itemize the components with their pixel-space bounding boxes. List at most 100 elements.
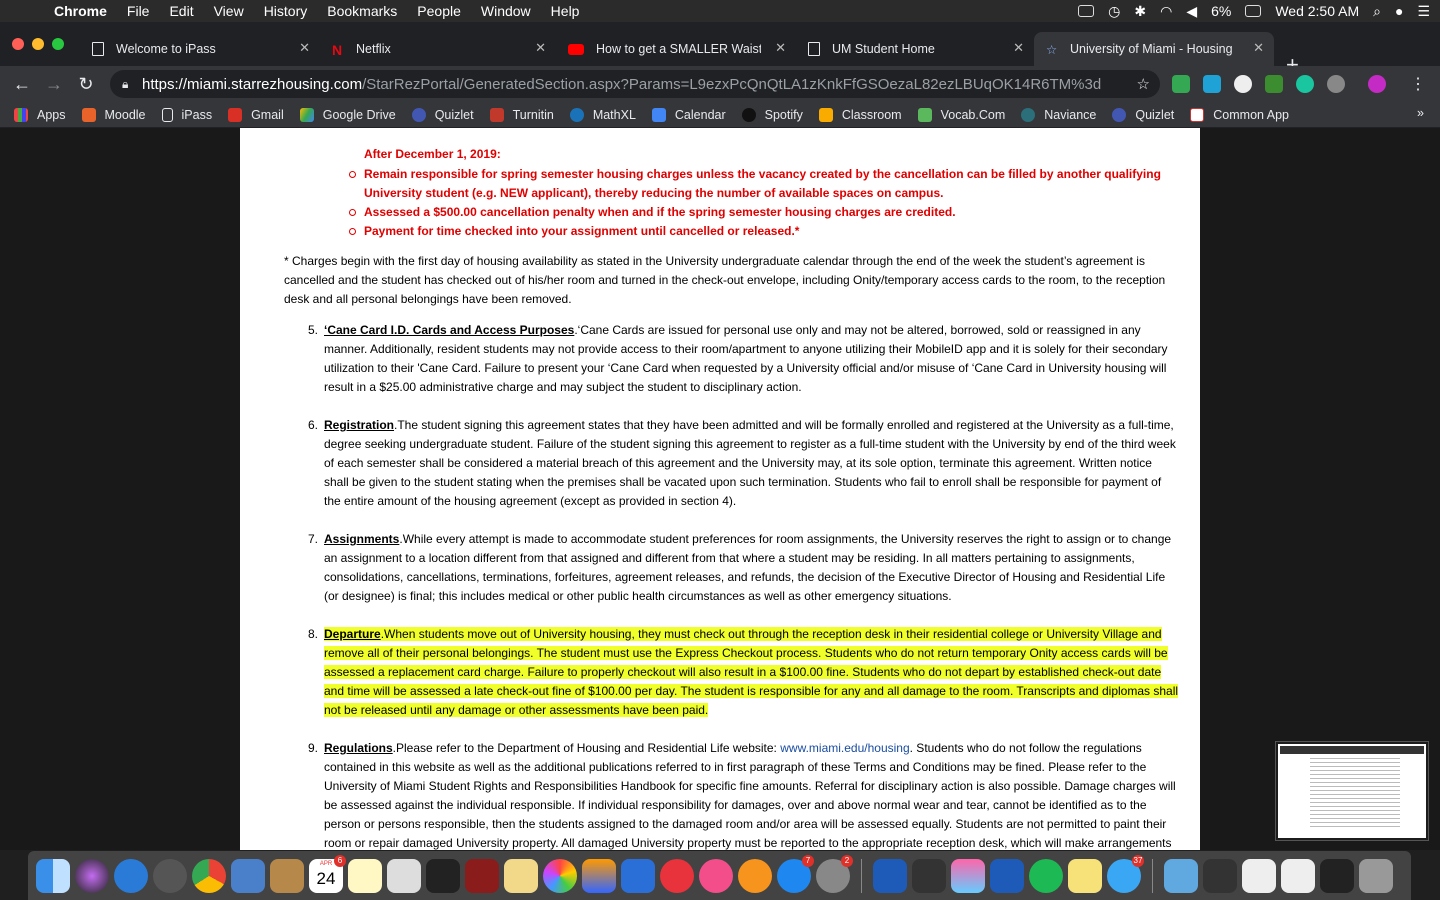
- books-icon[interactable]: [738, 858, 772, 893]
- bookmark-apps[interactable]: Apps: [14, 107, 66, 122]
- close-icon[interactable]: ✕: [1013, 40, 1024, 56]
- screenshot-thumbnail[interactable]: [1276, 742, 1428, 840]
- close-icon[interactable]: ✕: [535, 40, 546, 56]
- extension-icon[interactable]: [1172, 75, 1190, 93]
- bookmark-google-drive[interactable]: Google Drive: [299, 107, 396, 122]
- preview-icon[interactable]: [231, 858, 265, 893]
- notification-center-icon[interactable]: ☰: [1417, 3, 1430, 20]
- clock[interactable]: Wed 2:50 AM: [1275, 3, 1359, 19]
- battery-percent[interactable]: 6%: [1211, 3, 1231, 19]
- document-icon[interactable]: [1242, 858, 1276, 893]
- menu-bookmarks[interactable]: Bookmarks: [327, 3, 397, 19]
- photo-app-icon[interactable]: [465, 858, 499, 893]
- more-bookmarks-icon[interactable]: »: [1417, 106, 1424, 120]
- spotify-icon[interactable]: [1029, 858, 1063, 893]
- battery-icon[interactable]: [1245, 5, 1262, 17]
- close-window-button[interactable]: [12, 38, 24, 50]
- siri-icon[interactable]: [75, 858, 109, 893]
- safari-icon[interactable]: [114, 858, 148, 893]
- tab-ipass[interactable]: Welcome to iPass ✕: [80, 32, 320, 66]
- minimize-window-button[interactable]: [32, 38, 44, 50]
- bookmark-star-icon[interactable]: ☆: [1137, 75, 1150, 93]
- volume-icon[interactable]: ◀: [1186, 3, 1197, 20]
- bookmark-spotify[interactable]: Spotify: [741, 107, 803, 122]
- trash-icon[interactable]: [1359, 858, 1393, 893]
- keynote-podium-icon[interactable]: [621, 858, 655, 893]
- bookmark-quizlet[interactable]: Quizlet: [411, 107, 474, 122]
- more-menu-icon[interactable]: ⋮: [1410, 74, 1426, 94]
- system-preferences-icon[interactable]: 2: [816, 854, 853, 893]
- page-viewport[interactable]: After December 1, 2019: Remain responsib…: [0, 128, 1440, 850]
- app-store-icon[interactable]: 7: [777, 854, 814, 893]
- common-app-icon: [1190, 107, 1205, 122]
- menu-people[interactable]: People: [417, 3, 461, 19]
- wd-icon[interactable]: [873, 858, 907, 893]
- extension-icon[interactable]: [1327, 75, 1345, 93]
- wd-icon[interactable]: [1078, 5, 1095, 17]
- extension-icon[interactable]: [1296, 75, 1314, 93]
- imovie-icon[interactable]: [912, 858, 946, 893]
- back-icon[interactable]: ←: [6, 74, 38, 95]
- wifi-icon[interactable]: ◠: [1160, 3, 1172, 20]
- window-thumbnail-icon[interactable]: [1320, 858, 1354, 893]
- menu-edit[interactable]: Edit: [169, 3, 193, 19]
- bookmark-moodle[interactable]: Moodle: [81, 107, 146, 122]
- profile-avatar[interactable]: [1368, 75, 1386, 93]
- bookmark-gmail[interactable]: Gmail: [228, 107, 284, 122]
- chrome-icon[interactable]: [192, 858, 226, 893]
- bookmark-common-app[interactable]: Common App: [1190, 107, 1289, 122]
- bookmark-turnitin[interactable]: Turnitin: [489, 107, 554, 122]
- document-icon[interactable]: [1281, 858, 1315, 893]
- close-icon[interactable]: ✕: [299, 40, 310, 56]
- time-machine-icon[interactable]: ◷: [1108, 3, 1120, 20]
- tab-um-housing[interactable]: ☆ University of Miami - Housing A ✕: [1034, 32, 1274, 66]
- close-icon[interactable]: ✕: [775, 40, 786, 56]
- zoom-window-button[interactable]: [52, 38, 64, 50]
- bookmark-classroom[interactable]: Classroom: [818, 107, 902, 122]
- photos-icon[interactable]: [543, 858, 577, 893]
- tab-netflix[interactable]: N Netflix ✕: [320, 32, 556, 66]
- news-icon[interactable]: [660, 858, 694, 893]
- menu-file[interactable]: File: [127, 3, 150, 19]
- bookmark-vocab[interactable]: Vocab.Com: [917, 107, 1005, 122]
- menu-help[interactable]: Help: [551, 3, 580, 19]
- finder-icon[interactable]: [36, 858, 70, 893]
- folder-icon[interactable]: [1164, 858, 1198, 893]
- tab-um-student-home[interactable]: UM Student Home ✕: [796, 32, 1034, 66]
- window-thumbnail-icon[interactable]: [1203, 858, 1237, 893]
- address-bar[interactable]: 🔒︎ https://miami.starrezhousing.com/Star…: [110, 70, 1160, 98]
- wd-icon[interactable]: [990, 858, 1024, 893]
- cast-icon[interactable]: [1265, 75, 1283, 93]
- forward-icon[interactable]: →: [38, 74, 70, 95]
- bookmark-mathxl[interactable]: MathXL: [569, 107, 636, 122]
- launchpad-icon[interactable]: [153, 858, 187, 893]
- extension-icon[interactable]: [1203, 75, 1221, 93]
- keynote-icon[interactable]: [582, 858, 616, 893]
- imovie-icon[interactable]: [426, 858, 460, 893]
- notefile-icon[interactable]: [270, 858, 304, 893]
- menu-view[interactable]: View: [214, 3, 244, 19]
- photo-app-icon[interactable]: [951, 858, 985, 893]
- housing-website-link[interactable]: www.miami.edu/housing: [780, 741, 909, 755]
- spotlight-icon[interactable]: ⌕: [1373, 3, 1381, 20]
- music-icon[interactable]: [699, 858, 733, 893]
- bookmark-calendar[interactable]: Calendar: [651, 107, 726, 122]
- bookmark-quizlet-2[interactable]: Quizlet: [1112, 107, 1174, 122]
- calendar-app-icon[interactable]: APR 24 6: [309, 854, 346, 893]
- tab-youtube[interactable]: How to get a SMALLER Waist w ✕: [556, 32, 796, 66]
- close-icon[interactable]: ✕: [1253, 40, 1264, 56]
- extension-icon[interactable]: [1234, 75, 1252, 93]
- menu-window[interactable]: Window: [481, 3, 531, 19]
- siri-icon[interactable]: ●: [1395, 3, 1403, 19]
- bookmark-ipass[interactable]: iPass: [161, 107, 212, 122]
- bluetooth-icon[interactable]: ✱: [1134, 3, 1146, 20]
- bookmark-naviance[interactable]: Naviance: [1021, 107, 1096, 122]
- photo-booth-icon[interactable]: [387, 858, 421, 893]
- menu-app-name[interactable]: Chrome: [54, 3, 107, 19]
- menu-history[interactable]: History: [264, 3, 308, 19]
- reload-icon[interactable]: ↻: [70, 74, 102, 95]
- notes-icon[interactable]: [348, 858, 382, 893]
- stickies-icon[interactable]: [1068, 858, 1102, 893]
- messages-icon[interactable]: 37: [1107, 854, 1144, 893]
- script-editor-icon[interactable]: [504, 858, 538, 893]
